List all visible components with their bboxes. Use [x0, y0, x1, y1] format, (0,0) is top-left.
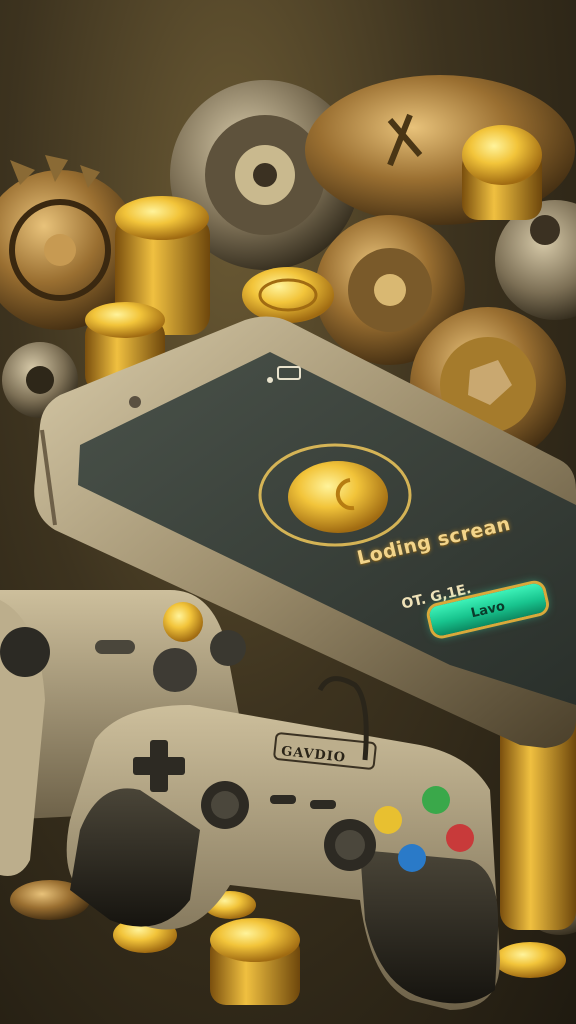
illustration-canvas: [0, 75, 576, 1010]
yellow-button-icon: [374, 806, 402, 834]
yellow-button-icon: [163, 602, 203, 642]
blue-button-icon: [398, 844, 426, 872]
gray-button-icon: [210, 630, 246, 666]
game-artwork-scene: Loding screan OT. G,1E. Lavo GAVDIO: [0, 0, 576, 1024]
coin-icon: [494, 942, 566, 978]
coin-icon: [210, 918, 300, 962]
coin-icon: [85, 302, 165, 338]
camera-icon: [129, 396, 141, 408]
coin-icon: [242, 267, 334, 323]
red-button-icon: [446, 824, 474, 852]
coin-icon: [115, 196, 209, 240]
green-button-icon: [422, 786, 450, 814]
play-button-label: Lavo: [469, 598, 507, 621]
coin-icon: [462, 125, 542, 185]
